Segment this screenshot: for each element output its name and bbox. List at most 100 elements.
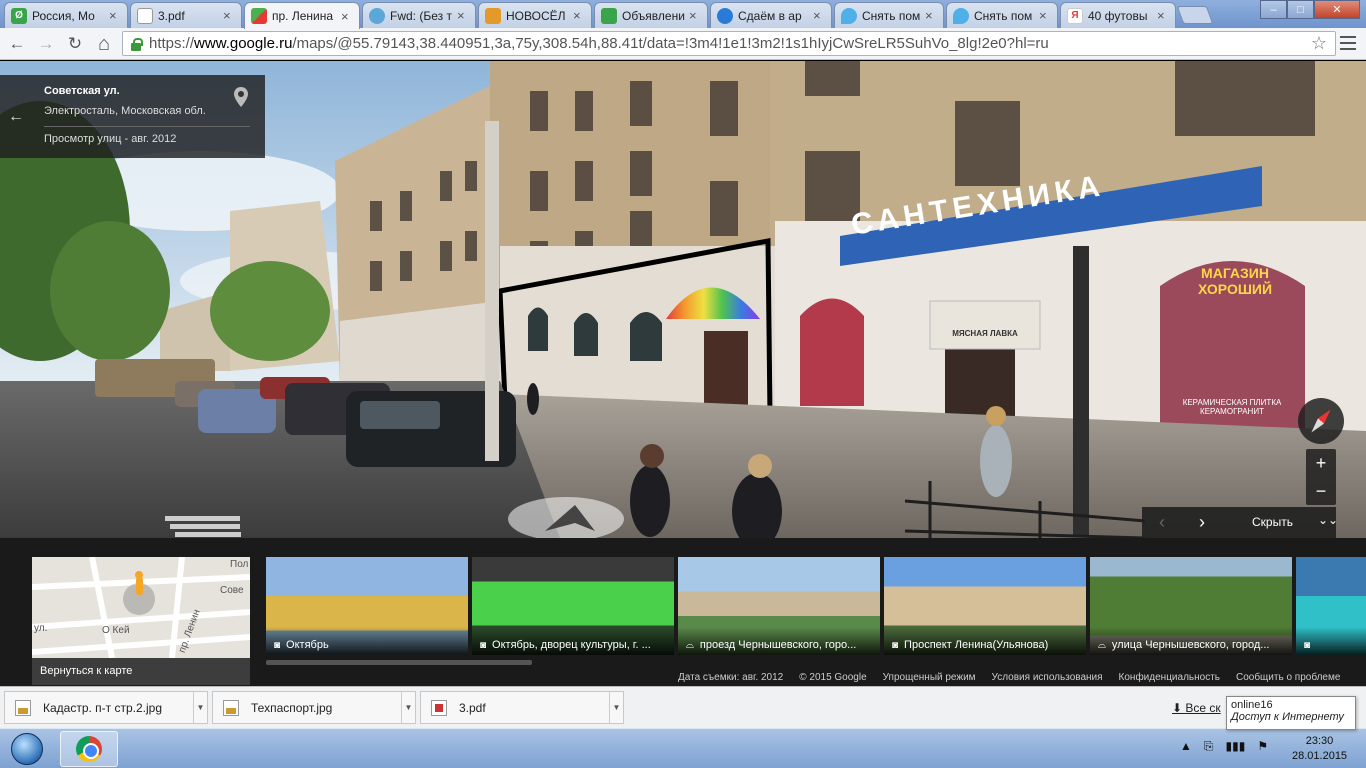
tab[interactable]: 3.pdf ×	[130, 2, 242, 28]
privacy-link[interactable]: Конфиденциальность	[1119, 672, 1220, 683]
map-pin-icon[interactable]	[234, 87, 248, 107]
tab-close-icon[interactable]: ×	[925, 8, 937, 23]
report-problem-link[interactable]: Сообщить о проблеме	[1236, 672, 1340, 683]
tab-favicon-icon: Ø	[11, 7, 27, 24]
filmstrip-scrollbar[interactable]	[266, 660, 532, 665]
tab-title: Снять пом	[862, 8, 921, 23]
back-to-map-button[interactable]: Вернуться к карте	[32, 658, 250, 685]
clock-date: 28.01.2015	[1292, 750, 1348, 762]
signal-strength-icon[interactable]: ▮▮▮	[1226, 739, 1246, 754]
lite-mode-link[interactable]: Упрощенный режим	[883, 672, 976, 683]
minimap[interactable]: ул. О Кей пр. Ленин Сове Пол Вернуться к…	[32, 557, 250, 685]
tab[interactable]: Снять пом ×	[834, 2, 944, 28]
tab[interactable]: НОВОСЁЛ ×	[478, 2, 592, 28]
yandex-icon: Я	[1067, 7, 1083, 24]
tab-close-icon[interactable]: ×	[1039, 8, 1051, 23]
thumbnail-caption-text: Октябрь, дворец культуры, г. ...	[492, 639, 651, 651]
tab-close-icon[interactable]: ×	[223, 8, 235, 23]
camera-icon: ◙	[480, 639, 487, 651]
forward-button[interactable]: →	[35, 33, 57, 55]
flag-icon[interactable]: ⚑	[1257, 739, 1268, 754]
house-icon	[601, 7, 617, 24]
zoom-out-button[interactable]: −	[1306, 477, 1336, 505]
photo-thumbnail[interactable]: ◙ Октябрь	[266, 557, 468, 655]
chevron-down-icon[interactable]: ⌄⌄	[1318, 513, 1338, 527]
tab[interactable]: Объявлени ×	[594, 2, 708, 28]
chevron-down-icon[interactable]: ▼	[609, 692, 623, 723]
photo-thumbnail[interactable]: ◙	[1296, 557, 1366, 655]
street-view-icon: ⌓	[1098, 639, 1106, 651]
clipboard-icon[interactable]: ⎘	[1204, 739, 1214, 754]
photo-thumbnail[interactable]: ◙ Проспект Ленина(Ульянова)	[884, 557, 1086, 655]
tab-close-icon[interactable]: ×	[341, 9, 353, 24]
thumbnail-caption: ⌓ улица Чернышевского, город...	[1090, 627, 1292, 655]
capture-date-label: Дата съемки: авг. 2012	[678, 672, 784, 683]
tab[interactable]: Снять пом ×	[946, 2, 1058, 28]
minimize-button[interactable]: –	[1260, 0, 1287, 19]
tab-title: Fwd: (Без т	[390, 8, 452, 23]
download-arrow-icon: ⬇	[1172, 701, 1186, 715]
taskbar-chrome-button[interactable]	[60, 731, 118, 767]
terms-link[interactable]: Условия использования	[992, 672, 1103, 683]
chrome-menu-icon[interactable]	[1340, 34, 1356, 52]
map-street-label: Сове	[220, 585, 244, 596]
home-button[interactable]: ⌂	[93, 33, 115, 55]
zoom-control: + −	[1306, 449, 1336, 505]
hide-filmstrip-button[interactable]: Скрыть	[1252, 515, 1293, 529]
download-item[interactable]: Техпаспорт.jpg ▼	[212, 691, 416, 724]
map-street-label: ул.	[34, 623, 48, 634]
thumbnail-caption-text: проезд Чернышевского, горо...	[699, 639, 857, 651]
back-arrow-icon[interactable]: ←	[0, 75, 32, 158]
taskbar-clock[interactable]: 23:30 28.01.2015	[1292, 734, 1347, 764]
tab-close-icon[interactable]: ×	[109, 8, 121, 23]
site-icon	[717, 7, 733, 24]
tab-close-icon[interactable]: ×	[457, 8, 469, 23]
photo-thumbnail[interactable]: ◙ Октябрь, дворец культуры, г. ...	[472, 557, 674, 655]
tab[interactable]: Сдаём в ар ×	[710, 2, 832, 28]
zoom-in-button[interactable]: +	[1306, 449, 1336, 477]
download-item[interactable]: 3.pdf ▼	[420, 691, 624, 724]
map-pin-icon	[841, 7, 857, 24]
reload-button[interactable]: ↻	[64, 33, 86, 55]
thumbnail-caption-text: Октябрь	[286, 639, 329, 651]
chevron-down-icon[interactable]: ▼	[193, 692, 207, 723]
camera-icon: ◙	[274, 639, 281, 651]
back-button[interactable]: ←	[6, 33, 28, 55]
map-pin-icon	[953, 7, 969, 24]
capture-date: Просмотр улиц - авг. 2012	[44, 133, 177, 145]
thumbnail-caption-text: улица Чернышевского, город...	[1111, 639, 1270, 651]
address-bar[interactable]: https://www.google.ru/maps/@55.79143,38.…	[122, 31, 1336, 56]
download-filename: Кадастр. п-т стр.2.jpg	[43, 700, 163, 715]
location-title: Советская ул.	[44, 85, 120, 97]
tab-close-icon[interactable]: ×	[1157, 8, 1169, 23]
download-item[interactable]: Кадастр. п-т стр.2.jpg ▼	[4, 691, 208, 724]
maximize-button[interactable]: □	[1287, 0, 1314, 19]
network-tooltip: online16 Доступ к Интернету	[1226, 696, 1356, 730]
map-street-label: Пол	[230, 559, 249, 570]
tab-close-icon[interactable]: ×	[813, 8, 825, 23]
thumbnail-caption: ⌓ проезд Чернышевского, горо...	[678, 627, 880, 655]
compass-icon[interactable]	[1298, 398, 1344, 444]
close-window-button[interactable]: ✕	[1314, 0, 1360, 19]
photo-thumbnail[interactable]: ⌓ улица Чернышевского, город...	[1090, 557, 1292, 655]
tab-active[interactable]: пр. Ленина ×	[244, 2, 360, 29]
location-subtitle: Электросталь, Московская обл.	[44, 105, 206, 117]
tab-close-icon[interactable]: ×	[689, 8, 701, 23]
site-icon	[485, 7, 501, 24]
url-text[interactable]: https://www.google.ru/maps/@55.79143,38.…	[149, 35, 1049, 52]
camera-icon: ◙	[1304, 639, 1311, 651]
chrome-icon	[76, 736, 102, 762]
tab[interactable]: Fwd: (Без т ×	[362, 2, 476, 28]
tab[interactable]: Я 40 футовы ×	[1060, 2, 1176, 28]
photo-thumbnail[interactable]: ⌓ проезд Чернышевского, горо...	[678, 557, 880, 655]
new-tab-button[interactable]	[1176, 6, 1214, 24]
bookmark-star-icon[interactable]: ☆	[1311, 33, 1327, 54]
chevron-down-icon[interactable]: ▼	[401, 692, 415, 723]
tab-close-icon[interactable]: ×	[573, 8, 585, 23]
next-arrow-icon[interactable]: ›	[1182, 512, 1222, 533]
all-downloads-link[interactable]: ⬇ Все ск	[1172, 701, 1221, 715]
show-hidden-icons-icon[interactable]: ▲	[1180, 739, 1192, 754]
prev-arrow-icon[interactable]: ‹	[1142, 512, 1182, 533]
start-button[interactable]	[4, 731, 50, 767]
tab[interactable]: Ø Россия, Мо ×	[4, 2, 128, 28]
